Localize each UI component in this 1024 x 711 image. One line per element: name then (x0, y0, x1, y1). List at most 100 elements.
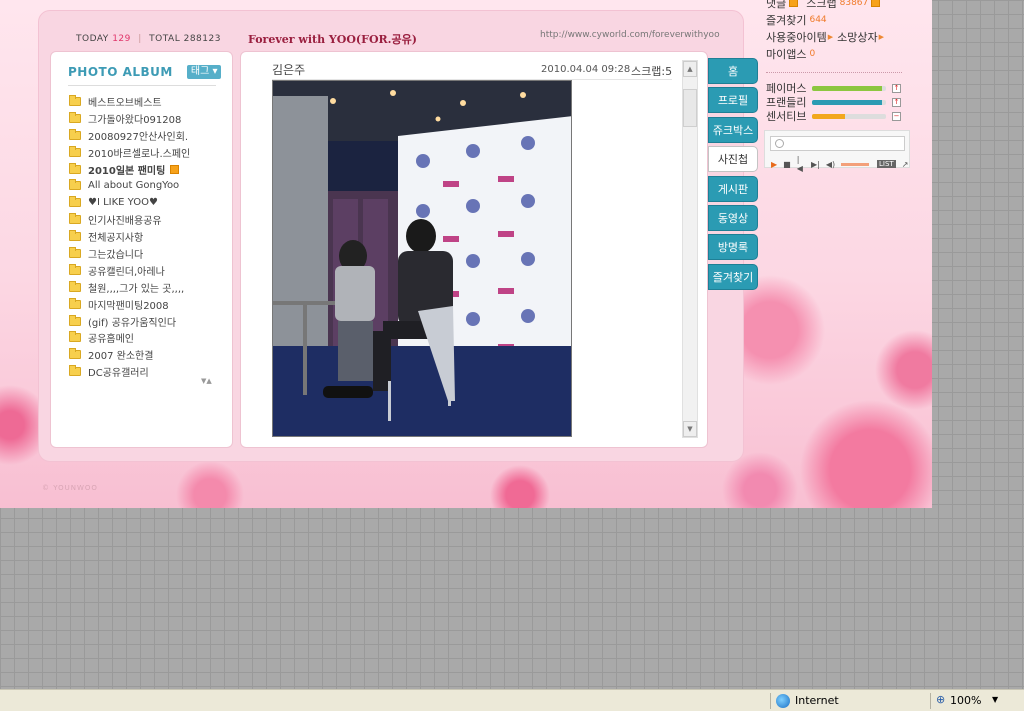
tag-dropdown-button[interactable]: 태그 ▾ (186, 65, 222, 79)
total-label: TOTAL (149, 34, 181, 44)
zoom-dropdown-icon[interactable]: ▼ (992, 695, 998, 704)
folder-icon (69, 230, 81, 242)
visitor-counter: TODAY 129 | TOTAL 288123 (76, 34, 221, 44)
favorites-label[interactable]: 즐겨찾기 (766, 12, 806, 28)
album-folder-item[interactable]: 2010일본 팬미팅 (69, 161, 231, 178)
bgm-player: ▶ ■ |◀ ▶| ◀) LIST ↗ (764, 130, 910, 173)
tab-0[interactable]: 홈 (708, 58, 758, 84)
folder-label: 베스트오브베스트 (88, 97, 162, 109)
album-folder-item[interactable]: (gif) 공유가움직인다 (69, 313, 231, 330)
scroll-up-button[interactable]: ▲ (683, 61, 697, 77)
album-folder-item[interactable]: 2010바르셀로나.스페인 (69, 144, 231, 161)
album-folder-item[interactable]: 전체공지사항 (69, 228, 231, 245)
hompy-title[interactable]: Forever with YOO(FOR.공유) (248, 31, 417, 47)
folder-label: 인기사진배용공유 (88, 216, 162, 228)
stat-bar-fill (812, 85, 883, 91)
post-scrollbar[interactable]: ▲ ▼ (682, 60, 698, 438)
album-folder-item[interactable]: All about GongYoo (69, 177, 231, 194)
internet-zone-icon (776, 694, 790, 708)
hompy-url[interactable]: http://www.cyworld.com/foreverwithyoo (540, 30, 720, 40)
folder-label: 전체공지사항 (88, 233, 144, 245)
photo-album-panel: PHOTO ALBUM 태그 ▾ 베스트오브베스트 그가돌아왔다091208 200… (50, 51, 233, 448)
next-icon[interactable]: ▶| (811, 160, 820, 169)
prev-icon[interactable]: |◀ (797, 155, 805, 173)
folder-icon (69, 111, 81, 123)
folder-icon (69, 128, 81, 140)
items-label[interactable]: 사용중아이템 (766, 29, 827, 45)
tab-4[interactable]: 게시판 (708, 175, 758, 202)
play-icon[interactable]: ▶ (771, 160, 777, 169)
myapps-label[interactable]: 마이앱스 (766, 46, 806, 62)
scrap-count: 83867 (839, 0, 869, 8)
post-author[interactable]: 김은주 (272, 61, 305, 78)
tab-2[interactable]: 쥬크박스 (708, 116, 758, 143)
scroll-thumb[interactable] (683, 89, 697, 127)
stat-label: 센서티브 (766, 110, 807, 123)
new-icon (170, 164, 180, 174)
folder-icon (69, 365, 81, 377)
wish-box-label[interactable]: 소망상자 (837, 29, 877, 45)
folder-icon (69, 179, 81, 191)
stat-minus-icon[interactable]: − (892, 111, 901, 121)
scroll-down-button[interactable]: ▼ (683, 421, 697, 437)
tab-3[interactable]: 사진첩 (708, 146, 758, 173)
post-photo[interactable] (272, 80, 572, 437)
comment-label[interactable]: 댓글 (766, 0, 786, 11)
tab-6[interactable]: 방명록 (708, 234, 758, 261)
disc-icon (775, 139, 784, 148)
scrap-label[interactable]: 스크랩 (806, 0, 836, 11)
folder-label: 2007 완소한결 (88, 351, 154, 363)
album-folder-item[interactable]: 공유홈메인 (69, 329, 231, 346)
folder-scroll-arrows[interactable]: ▼▲ (201, 377, 212, 385)
total-count: 288123 (183, 34, 221, 44)
album-folder-item[interactable]: 2007 완소한결 (69, 346, 231, 363)
album-folder-item[interactable]: 그가돌아왔다091208 (69, 110, 231, 127)
album-folder-item[interactable]: 20080927안산사인회. (69, 127, 231, 144)
folder-label: 20080927안산사인회. (88, 131, 189, 143)
tab-7[interactable]: 즐겨찾기 (708, 263, 758, 290)
stat-bar-fill (812, 113, 846, 119)
stat-up-icon[interactable]: ↑ (892, 97, 901, 107)
album-folder-item[interactable]: 베스트오브베스트 (69, 93, 231, 110)
arrow-right-icon: ▶ (878, 32, 884, 41)
stat-row: 페이머스 ↑ (766, 81, 906, 95)
tab-1[interactable]: 프로필 (708, 87, 758, 114)
folder-icon (69, 213, 81, 225)
album-folder-item[interactable]: 인기사진배용공유 (69, 211, 231, 228)
volume-slider[interactable] (841, 162, 870, 166)
folder-label: 공유홈메인 (88, 334, 134, 346)
popup-icon[interactable]: ↗ (902, 160, 909, 169)
player-controls: ▶ ■ |◀ ▶| ◀) LIST ↗ (771, 155, 914, 173)
volume-icon[interactable]: ◀) (826, 160, 835, 169)
photo-illustration (273, 81, 571, 436)
stat-up-icon[interactable]: ↑ (892, 83, 901, 93)
stop-icon[interactable]: ■ (783, 160, 791, 169)
counter-separator: | (138, 34, 142, 44)
album-folder-item[interactable]: 철원,,,,그가 있는 곳,,,, (69, 279, 231, 296)
stat-row: 센서티브 − (766, 109, 906, 123)
folder-icon (69, 94, 81, 106)
zoom-icon[interactable]: ⊕ (936, 693, 945, 706)
album-folder-item[interactable]: ♥I LIKE YOO♥ (69, 194, 231, 211)
folder-icon (69, 145, 81, 157)
tab-5[interactable]: 동영상 (708, 204, 758, 231)
stat-bar-fill (812, 99, 883, 105)
menu-tabs: 홈프로필 쥬크박스사진첩 게시판 동영상방명록 즐겨찾기 (708, 58, 758, 293)
album-folder-item[interactable]: 공유캘린더,아레나 (69, 262, 231, 279)
favorites-count: 644 (809, 14, 827, 25)
playlist-button[interactable]: LIST (877, 160, 896, 168)
stat-bar (812, 85, 886, 91)
album-folder-item[interactable]: 마지막팬미팅2008 (69, 296, 231, 313)
zoom-level[interactable]: 100% (950, 694, 981, 707)
status-divider (930, 693, 931, 709)
folder-icon (69, 280, 81, 292)
post-scrap-count[interactable]: 스크랩:5 (631, 63, 672, 79)
folder-label: 그는갔습니다 (88, 249, 144, 261)
security-zone-label: Internet (795, 694, 839, 707)
new-icon (871, 0, 881, 7)
today-count: 129 (112, 34, 131, 44)
folder-icon (69, 196, 81, 208)
album-folder-item[interactable]: 그는갔습니다 (69, 245, 231, 262)
folder-label: DC공유갤러리 (88, 368, 149, 380)
folder-icon (69, 263, 81, 275)
